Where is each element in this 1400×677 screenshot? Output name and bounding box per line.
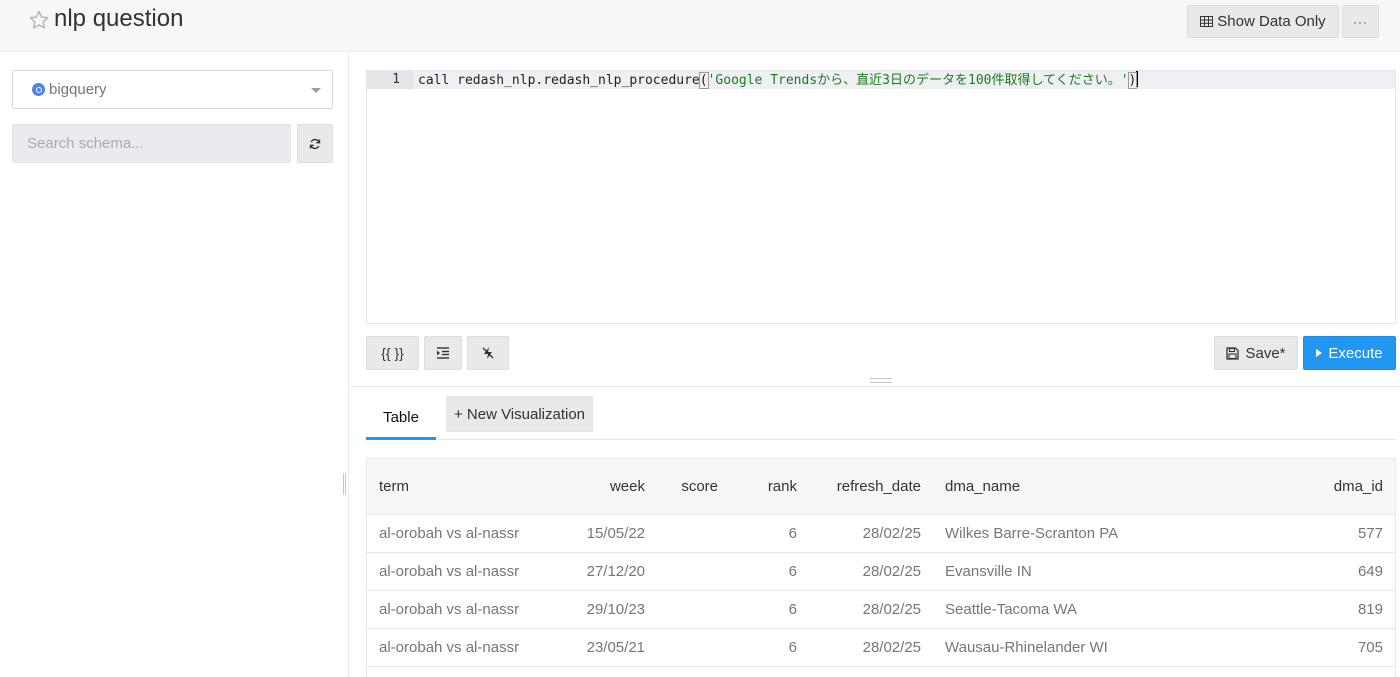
table-cell <box>657 628 730 667</box>
table-cell: 6 <box>730 590 809 629</box>
indent-icon <box>437 347 449 359</box>
table-cell <box>657 590 730 629</box>
query-editor[interactable]: 1 call redash_nlp.redash_nlp_procedure('… <box>366 70 1396 324</box>
execute-button[interactable]: Execute <box>1303 336 1396 370</box>
table-cell <box>657 666 730 677</box>
table-cell: 28/02/25 <box>809 628 933 667</box>
sidebar-resize-handle[interactable] <box>343 473 346 495</box>
line-number: 1 <box>367 71 413 89</box>
table-row: al-orobah vs al-nassr 29/10/23 6 28/02/2… <box>367 590 1395 629</box>
column-header[interactable]: dma_id <box>1233 459 1395 515</box>
refresh-schema-button[interactable] <box>297 124 333 163</box>
table-cell <box>933 666 1233 677</box>
table-cell: 705 <box>1233 628 1395 667</box>
new-visualization-button[interactable]: + New Visualization <box>446 396 593 432</box>
save-label: Save* <box>1245 344 1286 362</box>
data-source-select[interactable]: bigquery <box>12 70 333 109</box>
braces-label: {{ }} <box>381 345 404 361</box>
table-cell: 577 <box>1233 514 1395 553</box>
table-row: al-orobah vs al-nassr 27/12/20 6 28/02/2… <box>367 552 1395 591</box>
autocomplete-toggle-button[interactable] <box>467 336 509 370</box>
page-header: nlp question Show Data Only ··· <box>0 0 1400 52</box>
schema-sidebar: bigquery <box>0 52 349 677</box>
code-string: 'Google Trendsから、直近3日のデータを100件取得してください。' <box>707 73 1129 88</box>
table-cell: al-orobah vs al-nassr <box>367 514 571 553</box>
tab-table[interactable]: Table <box>366 396 436 439</box>
text-cursor <box>1136 71 1139 87</box>
table-cell: al-orobah vs al-nassr <box>367 628 571 667</box>
tabs-baseline <box>366 439 1396 440</box>
column-header[interactable]: score <box>657 459 730 515</box>
lightning-off-icon <box>482 347 494 359</box>
table-cell: 15/05/22 <box>571 514 657 553</box>
table-header-row: term week score rank refresh_date dma_na… <box>367 459 1395 515</box>
caret-down-icon <box>311 88 321 93</box>
schema-search-input[interactable] <box>12 124 291 163</box>
format-query-button[interactable] <box>424 336 462 370</box>
page-title[interactable]: nlp question <box>54 5 183 33</box>
table-cell <box>730 666 809 677</box>
table-cell: 27/12/20 <box>571 552 657 591</box>
table-cell: Seattle-Tacoma WA <box>933 590 1233 629</box>
column-header[interactable]: dma_name <box>933 459 1233 515</box>
table-cell: al-orobah vs al-nassr <box>367 552 571 591</box>
table-row: al-orobah vs al-nassr 23/05/21 6 28/02/2… <box>367 628 1395 667</box>
refresh-icon <box>309 138 321 149</box>
editor-resize-grip[interactable] <box>870 378 892 383</box>
table-cell: 28/02/25 <box>809 590 933 629</box>
table-cell: 819 <box>1233 590 1395 629</box>
table-cell: 649 <box>1233 552 1395 591</box>
execute-label: Execute <box>1328 344 1383 362</box>
code-function: call redash_nlp.redash_nlp_procedure <box>418 73 700 88</box>
column-header[interactable]: rank <box>730 459 809 515</box>
table-cell: al-orobah vs al-nassr <box>367 590 571 629</box>
table-row <box>367 666 1395 677</box>
table-cell <box>657 514 730 553</box>
data-source-label: bigquery <box>49 81 107 98</box>
code-close-paren: ) <box>1127 72 1138 89</box>
table-cell <box>657 552 730 591</box>
table-cell <box>809 666 933 677</box>
table-row: al-orobah vs al-nassr 15/05/22 6 28/02/2… <box>367 514 1395 553</box>
column-header[interactable]: refresh_date <box>809 459 933 515</box>
play-icon <box>1316 349 1323 357</box>
table-cell: 6 <box>730 628 809 667</box>
editor-results-divider <box>350 386 1400 387</box>
favorite-star-icon[interactable] <box>27 8 51 32</box>
table-cell: Evansville IN <box>933 552 1233 591</box>
table-cell: 23/05/21 <box>571 628 657 667</box>
show-data-only-label: Show Data Only <box>1217 13 1326 30</box>
more-options-button[interactable]: ··· <box>1342 5 1379 38</box>
table-cell <box>1233 666 1395 677</box>
ellipsis-icon: ··· <box>1353 14 1368 29</box>
bigquery-icon <box>32 83 45 96</box>
add-parameter-button[interactable]: {{ }} <box>366 336 419 370</box>
table-cell <box>367 666 571 677</box>
table-cell: 6 <box>730 552 809 591</box>
table-cell: 6 <box>730 514 809 553</box>
column-header[interactable]: week <box>571 459 657 515</box>
save-icon <box>1226 346 1240 360</box>
code-line[interactable]: call redash_nlp.redash_nlp_procedure('Go… <box>418 71 1139 89</box>
save-button[interactable]: Save* <box>1214 336 1298 370</box>
column-header[interactable]: term <box>367 459 571 515</box>
table-cell <box>571 666 657 677</box>
table-icon <box>1200 16 1214 27</box>
show-data-only-button[interactable]: Show Data Only <box>1187 5 1339 38</box>
table-cell: 28/02/25 <box>809 552 933 591</box>
table-cell: Wausau-Rhinelander WI <box>933 628 1233 667</box>
table-cell: 28/02/25 <box>809 514 933 553</box>
active-tab-indicator <box>366 437 436 440</box>
table-cell: 29/10/23 <box>571 590 657 629</box>
table-cell: Wilkes Barre-Scranton PA <box>933 514 1233 553</box>
results-table: term week score rank refresh_date dma_na… <box>366 458 1396 677</box>
code-open-paren: ( <box>698 72 709 89</box>
